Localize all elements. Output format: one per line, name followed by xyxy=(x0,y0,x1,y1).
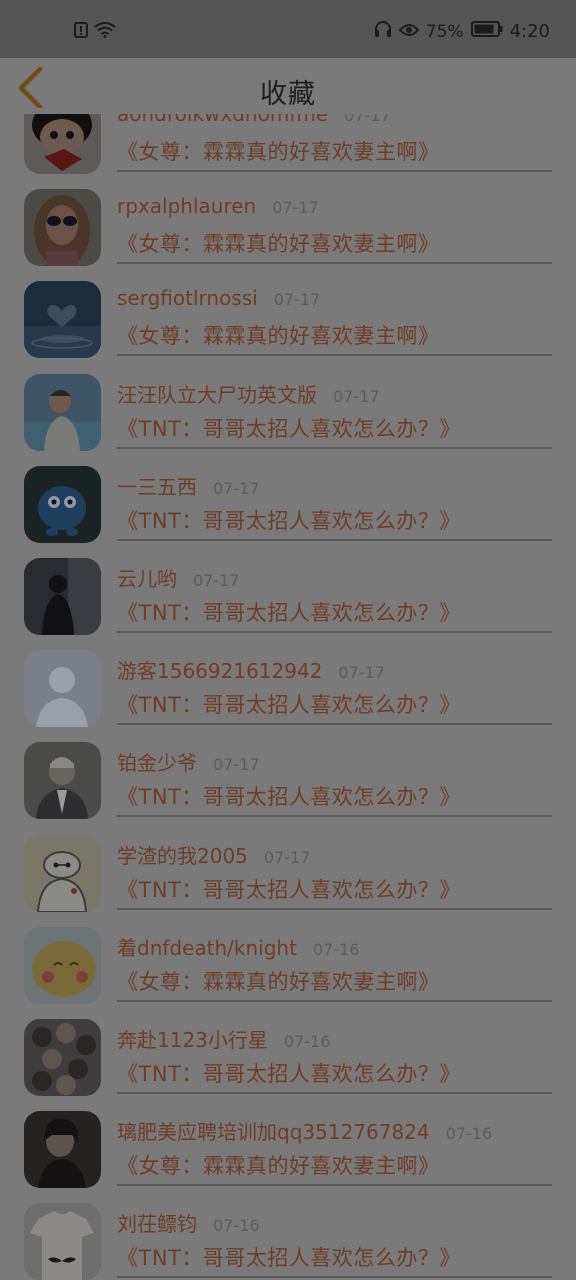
item-header-row: 铂金少爷 07-17 xyxy=(117,747,260,776)
username: 云儿哟 xyxy=(117,566,177,591)
novel-title-link[interactable]: 《TNT：哥哥太招人喜欢怎么办？》 xyxy=(117,597,461,627)
username: 游客1566921612942 xyxy=(117,659,323,684)
man-beach-avatar xyxy=(24,373,101,451)
group-collage-avatar xyxy=(24,1018,101,1096)
username: rpxalphlauren xyxy=(117,194,257,219)
item-header-row: aondroikwxdhomfme 07-17 xyxy=(117,114,391,126)
item-date: 07-17 xyxy=(273,290,321,310)
novel-title-link[interactable]: 《女尊：霖霖真的好喜欢妻主啊》 xyxy=(117,966,440,996)
headphones-icon xyxy=(374,20,392,43)
list-item[interactable]: 刘茌鳔钧 07-16 《TNT：哥哥太招人喜欢怎么办？》 xyxy=(0,1186,576,1280)
novel-title-link[interactable]: 《TNT：哥哥太招人喜欢怎么办？》 xyxy=(117,874,461,904)
novel-title-link[interactable]: 《TNT：哥哥太招人喜欢怎么办？》 xyxy=(117,689,461,719)
item-header-row: 学渣的我2005 07-17 xyxy=(117,840,310,869)
item-date: 07-17 xyxy=(213,755,260,775)
pikachu-avatar xyxy=(24,926,101,1004)
list-item[interactable]: 汪汪队立大尸功英文版 07-17 《TNT：哥哥太招人喜欢怎么办？》 xyxy=(0,357,576,451)
username: 学渣的我2005 xyxy=(117,843,248,868)
battery-percent: 75% xyxy=(425,21,464,42)
divider xyxy=(117,1276,552,1279)
alert-icon xyxy=(74,22,88,42)
username: 奔赴1123小行星 xyxy=(117,1027,268,1052)
list-item[interactable]: 铂金少爷 07-17 《TNT：哥哥太招人喜欢怎么办？》 xyxy=(0,725,576,820)
novel-title-link[interactable]: 《女尊：霖霖真的好喜欢妻主啊》 xyxy=(117,1150,440,1180)
novel-title-link[interactable]: 《女尊：霖霖真的好喜欢妻主啊》 xyxy=(117,136,440,166)
novel-title-link[interactable]: 《TNT：哥哥太招人喜欢怎么办？》 xyxy=(117,505,461,535)
username: 璃肥美应聘培训加qq3512767824 xyxy=(117,1120,430,1145)
item-date: 07-17 xyxy=(333,386,380,406)
list-item[interactable]: sergfiotlrnossi 07-17 《女尊：霖霖真的好喜欢妻主啊》 xyxy=(0,264,576,359)
item-header-row: 云儿哟 07-17 xyxy=(117,563,240,592)
favorites-list[interactable]: aondroikwxdhomfme 07-17 《女尊：霖霖真的好喜欢妻主啊》 rpx… xyxy=(0,114,576,1280)
item-date: 07-17 xyxy=(263,847,311,867)
item-date: 07-17 xyxy=(338,663,385,683)
list-item[interactable]: aondroikwxdhomfme 07-17 《女尊：霖霖真的好喜欢妻主啊》 xyxy=(0,114,576,174)
status-bar: 75% 4:20 xyxy=(0,0,576,58)
item-date: 07-17 xyxy=(344,114,391,125)
item-header-row: 一三五西 07-17 xyxy=(117,471,260,500)
item-header-row: 璃肥美应聘培训加qq3512767824 07-16 xyxy=(117,1116,492,1145)
item-header-row: sergfiotlrnossi 07-17 xyxy=(117,286,320,310)
username: 着dnfdeath/knight xyxy=(117,935,297,960)
novel-title-link[interactable]: 《TNT：哥哥太招人喜欢怎么办？》 xyxy=(117,1242,461,1272)
tshirt-avatar xyxy=(24,1203,101,1280)
username: 铂金少爷 xyxy=(117,751,197,776)
novel-title-link[interactable]: 《女尊：霖霖真的好喜欢妻主啊》 xyxy=(117,228,440,258)
list-item[interactable]: 云儿哟 07-17 《TNT：哥哥太招人喜欢怎么办？》 xyxy=(0,541,576,635)
list-item[interactable]: 璃肥美应聘培训加qq3512767824 07-16 《女尊：霖霖真的好喜欢妻主啊》 xyxy=(0,1094,576,1189)
username: aondroikwxdhomfme xyxy=(117,114,329,126)
baymax-avatar xyxy=(24,834,101,912)
blue-monster-avatar xyxy=(24,465,101,543)
item-date: 07-16 xyxy=(312,939,360,959)
list-item[interactable]: 着dnfdeath/knight 07-16 《女尊：霖霖真的好喜欢妻主啊》 xyxy=(0,910,576,1004)
list-item[interactable]: 奔赴1123小行星 07-16 《TNT：哥哥太招人喜欢怎么办？》 xyxy=(0,1002,576,1096)
status-left-icons xyxy=(74,22,116,42)
woman-dark-avatar xyxy=(24,1111,101,1189)
item-date: 07-16 xyxy=(283,1031,331,1051)
username: 刘茌鳔钧 xyxy=(117,1212,197,1237)
girl-silhouette-avatar xyxy=(24,557,101,635)
username: sergfiotlrnossi xyxy=(117,286,258,311)
clock: 4:20 xyxy=(509,21,550,42)
list-item[interactable]: rpxalphlauren 07-17 《女尊：霖霖真的好喜欢妻主啊》 xyxy=(0,172,576,267)
item-header-row: rpxalphlauren 07-17 xyxy=(117,194,319,218)
page-title: 收藏 xyxy=(260,79,316,110)
list-item[interactable]: 游客1566921612942 07-17 《TNT：哥哥太招人喜欢怎么办？》 xyxy=(0,633,576,728)
status-right-icons: 75% 4:20 xyxy=(374,20,550,43)
man-suit-avatar xyxy=(24,742,101,820)
novel-title-link[interactable]: 《TNT：哥哥太招人喜欢怎么办？》 xyxy=(117,781,461,811)
item-date: 07-17 xyxy=(213,478,260,498)
default-user-avatar xyxy=(24,650,101,728)
item-header-row: 奔赴1123小行星 07-16 xyxy=(117,1024,330,1053)
novel-title-link[interactable]: 《TNT：哥哥太招人喜欢怎么办？》 xyxy=(117,413,461,443)
item-header-row: 着dnfdeath/knight 07-16 xyxy=(117,932,359,961)
header: 收藏 xyxy=(0,58,576,114)
item-header-row: 刘茌鳔钧 07-16 xyxy=(117,1208,260,1237)
item-header-row: 游客1566921612942 07-17 xyxy=(117,655,385,684)
username: 一三五西 xyxy=(117,474,197,499)
item-date: 07-16 xyxy=(213,1216,260,1236)
list-item[interactable]: 学渣的我2005 07-17 《TNT：哥哥太招人喜欢怎么办？》 xyxy=(0,818,576,912)
wifi-icon xyxy=(94,22,116,42)
woman-sunglasses-avatar xyxy=(24,189,101,267)
item-date: 07-17 xyxy=(193,570,240,590)
novel-title-link[interactable]: 《TNT：哥哥太招人喜欢怎么办？》 xyxy=(117,1058,461,1088)
battery-icon xyxy=(470,21,503,42)
item-header-row: 汪汪队立大尸功英文版 07-17 xyxy=(117,379,380,408)
list-item[interactable]: 一三五西 07-17 《TNT：哥哥太招人喜欢怎么办？》 xyxy=(0,449,576,543)
item-date: 07-17 xyxy=(272,198,319,218)
novel-title-link[interactable]: 《女尊：霖霖真的好喜欢妻主啊》 xyxy=(117,320,440,350)
water-heart-avatar xyxy=(24,281,101,359)
cartoon-girl-avatar xyxy=(24,114,101,174)
favorites-list-inner: aondroikwxdhomfme 07-17 《女尊：霖霖真的好喜欢妻主啊》 rpx… xyxy=(0,114,576,1280)
username: 汪汪队立大尸功英文版 xyxy=(117,382,317,407)
eye-icon xyxy=(398,22,420,42)
item-date: 07-16 xyxy=(445,1124,493,1144)
